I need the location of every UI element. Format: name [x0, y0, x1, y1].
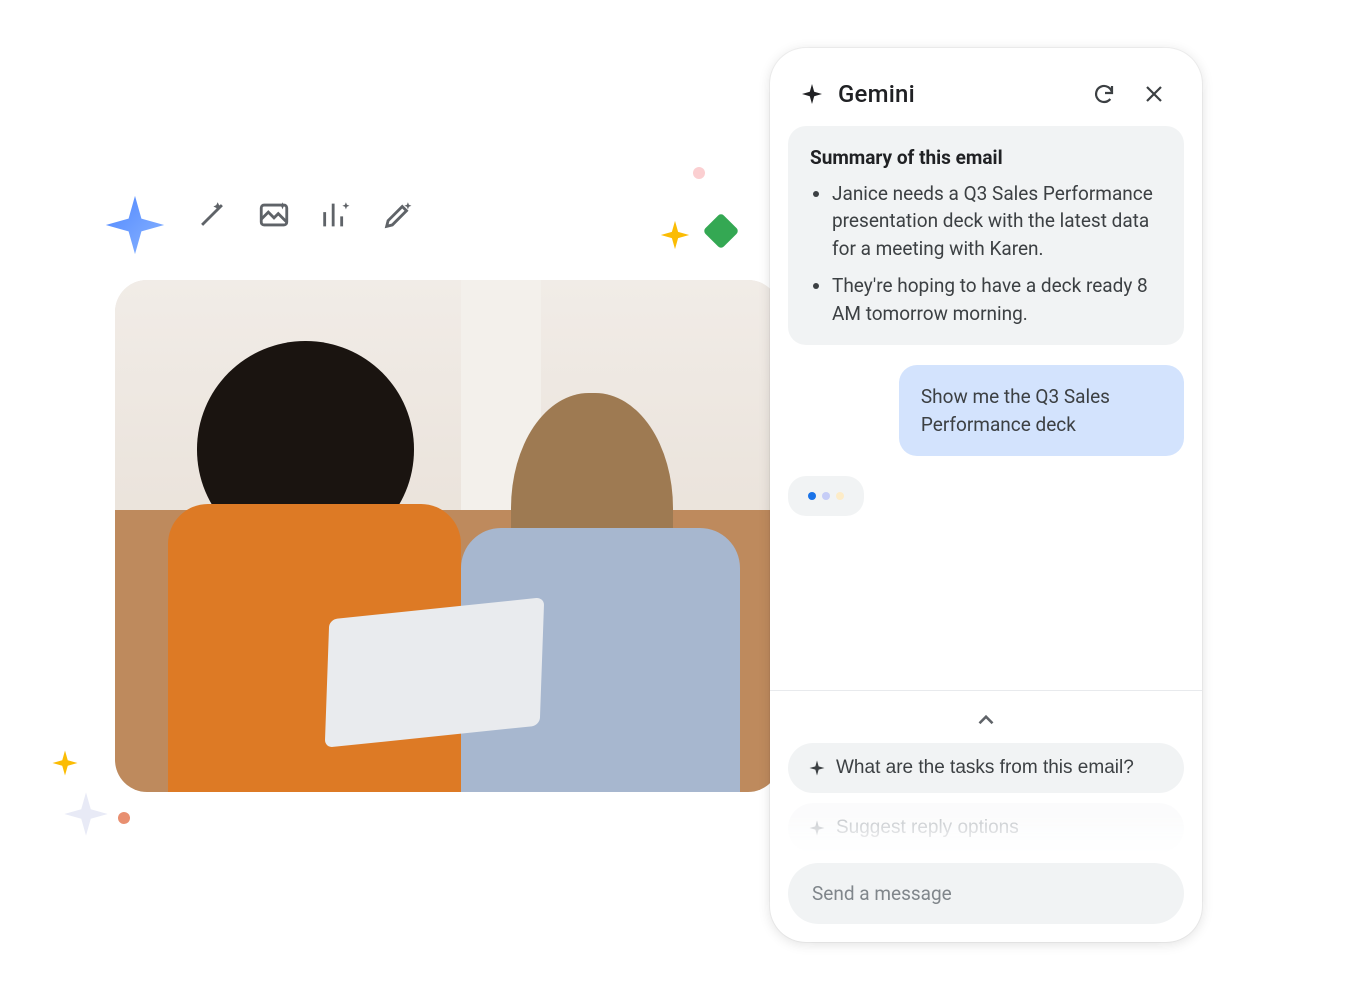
panel-header: Gemini	[770, 48, 1202, 126]
suggestion-label: Suggest reply options	[836, 817, 1019, 839]
chart-sparkle-icon	[319, 198, 353, 232]
diamond-green-icon	[703, 213, 740, 250]
user-message-bubble: Show me the Q3 Sales Performance deck	[899, 365, 1184, 456]
gemini-panel: Gemini Summary of this email Janice need…	[770, 48, 1202, 942]
typing-dot-icon	[822, 492, 830, 500]
summary-list: Janice needs a Q3 Sales Performance pres…	[810, 180, 1162, 328]
summary-bullet: They're hoping to have a deck ready 8 AM…	[832, 272, 1162, 327]
sparkle-icon	[808, 819, 826, 837]
magic-wand-icon	[195, 198, 229, 232]
suggestion-area: What are the tasks from this email? Sugg…	[770, 690, 1202, 942]
expand-suggestions-button[interactable]	[788, 703, 1184, 743]
gemini-icon	[800, 82, 824, 106]
message-input[interactable]	[810, 881, 1162, 906]
sparkle-yellow-small-icon	[50, 748, 80, 778]
sparkle-yellow-icon	[658, 218, 692, 252]
dot-tan-icon	[118, 812, 130, 824]
close-button[interactable]	[1136, 76, 1172, 112]
hero-photo	[115, 280, 780, 792]
panel-title: Gemini	[838, 80, 1072, 108]
sparkle-icon	[808, 759, 826, 777]
suggestion-chip-reply[interactable]: Suggest reply options	[788, 803, 1184, 853]
generative-toolbar	[195, 198, 415, 232]
summary-bullet: Janice needs a Q3 Sales Performance pres…	[832, 180, 1162, 263]
suggestion-chip-tasks[interactable]: What are the tasks from this email?	[788, 743, 1184, 793]
dot-pink-icon	[693, 167, 705, 179]
ai-summary-bubble: Summary of this email Janice needs a Q3 …	[788, 126, 1184, 345]
typing-dot-icon	[836, 492, 844, 500]
summary-heading: Summary of this email	[810, 144, 1162, 172]
close-icon	[1142, 82, 1166, 106]
sparkle-blue-icon	[100, 190, 170, 260]
typing-dot-icon	[808, 492, 816, 500]
refresh-button[interactable]	[1086, 76, 1122, 112]
pen-sparkle-icon	[381, 198, 415, 232]
image-sparkle-icon	[257, 198, 291, 232]
chevron-up-icon	[973, 707, 999, 733]
message-input-container[interactable]	[788, 863, 1184, 924]
refresh-icon	[1092, 82, 1116, 106]
chat-area: Summary of this email Janice needs a Q3 …	[770, 126, 1202, 680]
sparkle-light-icon	[60, 788, 112, 840]
typing-indicator	[788, 476, 864, 516]
suggestion-label: What are the tasks from this email?	[836, 757, 1134, 779]
